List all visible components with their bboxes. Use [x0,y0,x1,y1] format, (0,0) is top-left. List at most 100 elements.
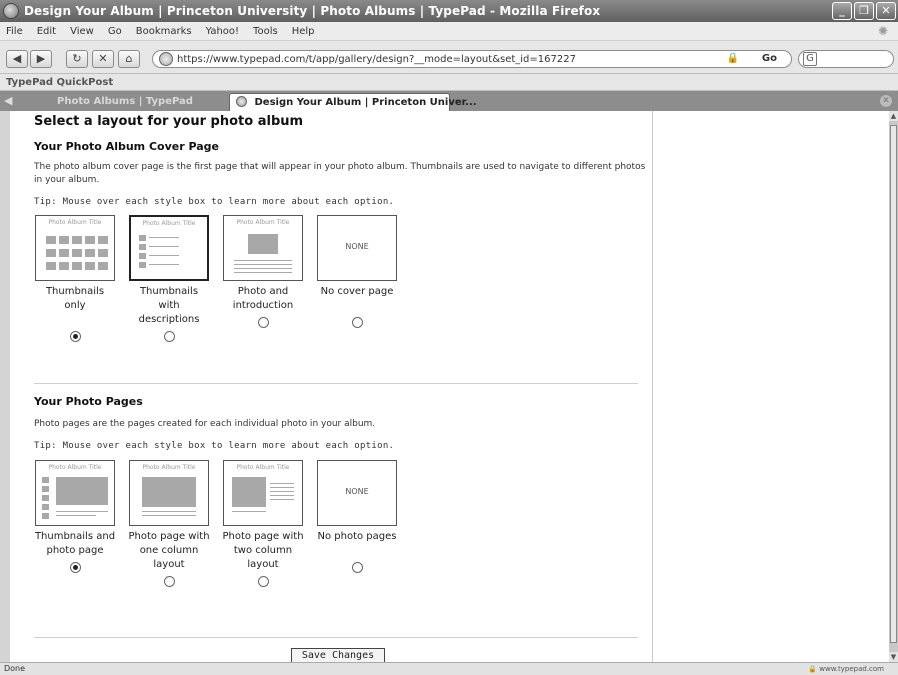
cover-radio-no-cover-page[interactable] [351,317,363,328]
menu-help[interactable]: Help [292,26,315,37]
thumb-title: Photo Album Title [236,464,290,471]
tab-label: Design Your Album | Princeton Univer... [254,97,477,108]
cover-option-thumbnails-only[interactable]: Photo Album Title Thumbnails only [34,215,116,342]
tab-scroll-left-icon[interactable]: ◀ [4,94,12,107]
menu-edit[interactable]: Edit [37,26,56,37]
option-label: Thumbnails and photo page [34,531,116,556]
option-label: Photo page with one column layout [128,531,210,570]
cover-section-heading: Your Photo Album Cover Page [34,140,220,153]
home-button[interactable]: ⌂ [118,50,140,68]
layout-thumbnail-none[interactable]: NONE [317,460,397,526]
close-window-button[interactable]: ✕ [876,2,896,20]
thumb-none-label: NONE [345,487,369,496]
layout-thumbnail-grid[interactable]: Photo Album Title [35,215,115,281]
tab-photo-albums[interactable]: Photo Albums | TypePad [22,93,228,111]
home-icon: ⌂ [125,52,133,65]
back-button[interactable]: ◀ [6,50,28,68]
layout-thumbnail-two-column[interactable]: Photo Album Title [223,460,303,526]
page-content: Select a layout for your photo album You… [0,111,889,662]
lock-icon: 🔒 [726,53,739,64]
thumb-title: Photo Album Title [48,219,102,226]
menu-bar: File Edit View Go Bookmarks Yahoo! Tools… [0,22,898,40]
vertical-scrollbar[interactable]: ▲ ▼ [889,111,898,662]
photo-option-thumbnails-and-photo-page[interactable]: Photo Album Title Thumbnails and photo p… [34,460,116,573]
right-sidebar [654,111,889,662]
close-tab-icon[interactable]: ✕ [880,95,892,107]
status-domain-text: www.typepad.com [819,665,884,673]
cover-option-no-cover-page[interactable]: NONE No cover page [316,215,398,328]
option-label: Photo page with two column layout [222,531,304,570]
cover-option-photo-and-introduction[interactable]: Photo Album Title Photo and introduction [222,215,304,328]
section-divider [34,637,638,638]
cover-radio-thumbnails-with-descriptions[interactable] [163,331,175,342]
option-label: Thumbnails only [45,286,105,311]
firefox-icon [3,3,19,19]
option-label: Thumbnails with descriptions [138,286,200,325]
menu-go[interactable]: Go [108,26,122,37]
photo-option-one-column[interactable]: Photo Album Title Photo page with one co… [128,460,210,587]
photo-radio-thumbnails-and-photo-page[interactable] [69,562,81,573]
menu-tools[interactable]: Tools [253,26,278,37]
main-panel: Select a layout for your photo album You… [10,111,653,662]
tab-favicon-icon [236,96,247,107]
thumb-title: Photo Album Title [48,464,102,471]
page-title: Select a layout for your photo album [34,114,304,129]
tab-label: Photo Albums | TypePad [57,96,193,107]
menu-file[interactable]: File [6,26,23,37]
layout-thumbnail-one-column[interactable]: Photo Album Title [129,460,209,526]
option-label: No photo pages [317,531,397,542]
forward-button[interactable]: ▶ [30,50,52,68]
photo-radio-two-column[interactable] [257,576,269,587]
photo-option-no-photo-pages[interactable]: NONE No photo pages [316,460,398,573]
option-label: Photo and introduction [232,286,294,311]
google-icon[interactable]: G [803,52,817,66]
cover-radio-photo-and-introduction[interactable] [257,317,269,328]
maximize-button[interactable]: ❐ [854,2,874,20]
tab-bar: ◀ Photo Albums | TypePad Design Your Alb… [0,91,898,111]
back-arrow-icon: ◀ [12,52,22,65]
status-domain: 🔒 www.typepad.com [808,665,884,673]
scroll-down-icon[interactable]: ▼ [889,652,898,662]
go-button[interactable]: Go [762,53,777,64]
section-divider [34,383,638,384]
address-bar[interactable]: https://www.typepad.com/t/app/gallery/de… [152,50,792,68]
status-bar: Done 🔒 www.typepad.com [0,662,898,675]
photo-option-two-column[interactable]: Photo Album Title Photo page with two co… [222,460,304,587]
left-gutter [0,111,10,662]
photo-radio-no-photo-pages[interactable] [351,562,363,573]
stop-button[interactable]: ✕ [92,50,114,68]
layout-thumbnail-none[interactable]: NONE [317,215,397,281]
save-changes-button[interactable]: Save Changes [291,648,385,662]
layout-thumbnail-photo-intro[interactable]: Photo Album Title [223,215,303,281]
bookmarks-toolbar: TypePad QuickPost [0,74,898,91]
menu-view[interactable]: View [70,26,94,37]
photo-pages-section-tip: Tip: Mouse over each style box to learn … [34,441,395,451]
photo-pages-section-description: Photo pages are the pages created for ea… [34,419,376,429]
menu-bookmarks[interactable]: Bookmarks [136,26,192,37]
bookmark-typepad-quickpost[interactable]: TypePad QuickPost [6,77,113,88]
photo-pages-section-heading: Your Photo Pages [34,395,143,408]
scroll-up-icon[interactable]: ▲ [889,111,898,121]
scrollbar-thumb[interactable] [890,125,897,643]
thumb-title: Photo Album Title [142,464,196,471]
stop-icon: ✕ [98,52,108,65]
cover-radio-thumbnails-only[interactable] [69,331,81,342]
cover-option-thumbnails-with-descriptions[interactable]: Photo Album Title Thumbnails with descri… [128,215,210,342]
thumb-title: Photo Album Title [142,220,196,227]
reload-button[interactable]: ↻ [66,50,88,68]
option-label: No cover page [320,286,394,297]
search-input[interactable]: G [798,50,894,68]
tab-design-your-album[interactable]: Design Your Album | Princeton Univer... [229,93,477,111]
menu-yahoo[interactable]: Yahoo! [206,26,239,37]
layout-thumbnail-list[interactable]: Photo Album Title [129,215,209,281]
minimize-button[interactable]: _ [832,2,852,20]
window-titlebar: Design Your Album | Princeton University… [0,0,898,22]
status-text: Done [4,664,26,673]
navigation-toolbar: ◀ ▶ ↻ ✕ ⌂ https://www.typepad.com/t/app/… [0,40,898,74]
reload-icon: ↻ [72,52,82,65]
throbber-icon: ✺ [878,24,889,38]
window-title: Design Your Album | Princeton University… [24,4,601,18]
photo-radio-one-column[interactable] [163,576,175,587]
layout-thumbnail-side-thumbs[interactable]: Photo Album Title [35,460,115,526]
site-identity-icon [159,52,173,66]
